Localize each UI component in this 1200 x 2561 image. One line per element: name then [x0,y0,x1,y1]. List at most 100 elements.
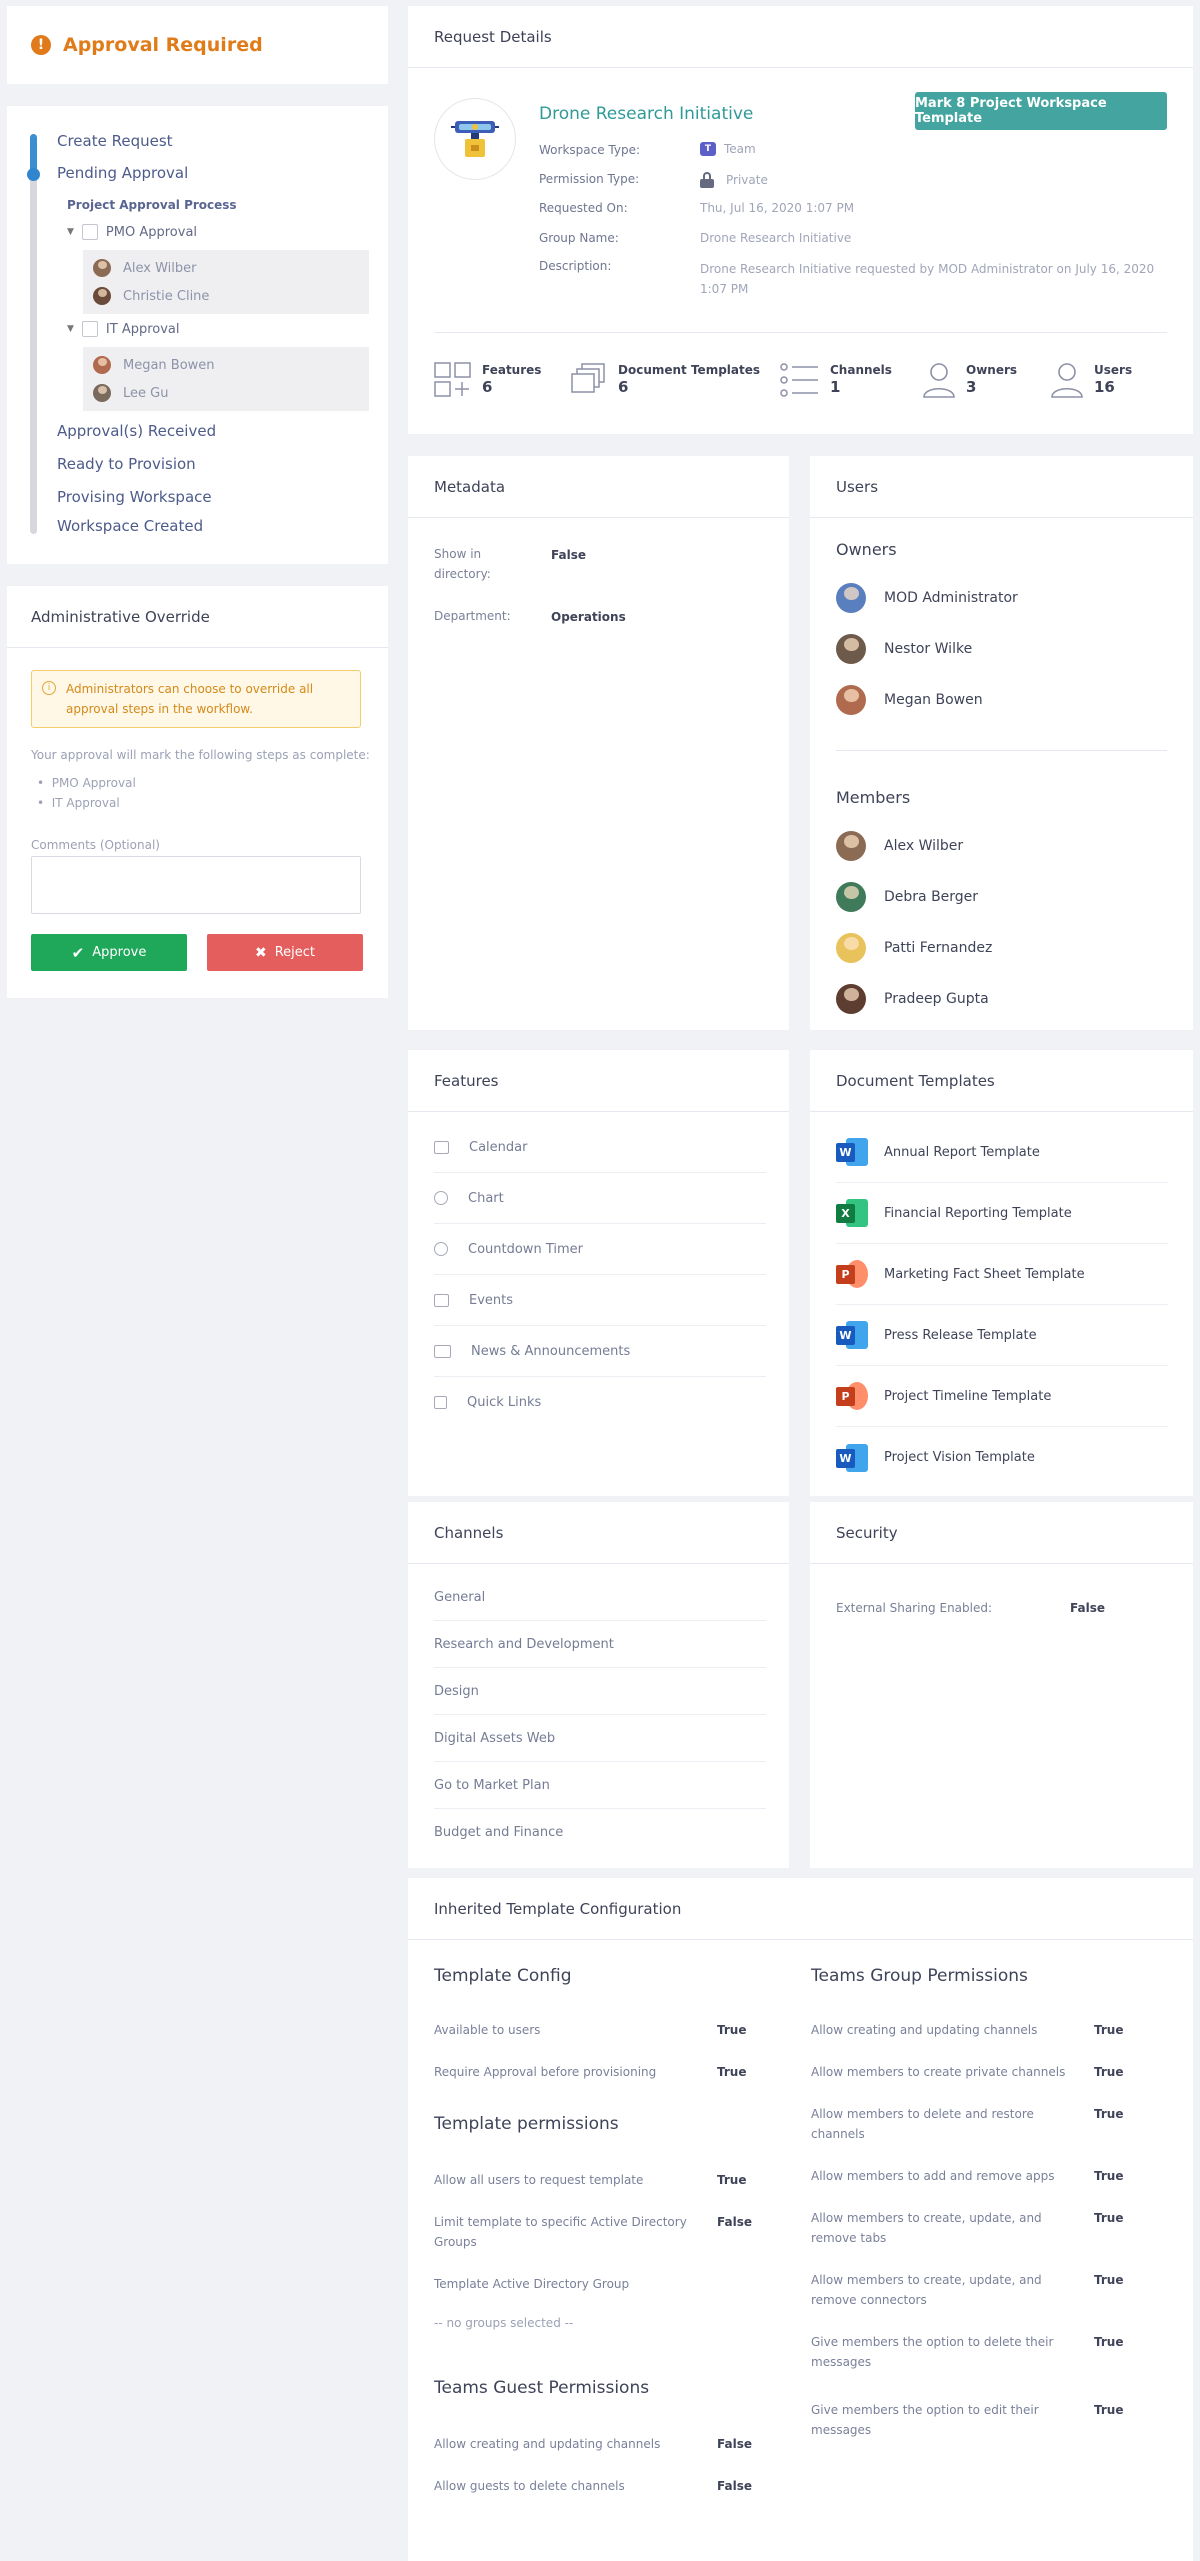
document-template-item[interactable]: X Financial Reporting Template [836,1183,1168,1244]
owner-row[interactable]: Megan Bowen [836,685,983,715]
powerpoint-icon: P [836,1260,868,1288]
avatar [93,259,111,277]
group-permission-value: True [1094,2065,1124,2079]
step-provisioning-workspace[interactable]: Provising Workspace [57,488,212,506]
guest-permission-label: Allow guests to delete channels [434,2479,625,2493]
permission-value: False [717,2215,752,2229]
override-note: Your approval will mark the following st… [31,748,370,762]
feature-item: Quick Links [434,1377,766,1428]
pmo-approval-checkbox[interactable] [81,224,98,240]
override-header: Administrative Override [7,586,388,648]
owners-title: Owners [836,540,897,559]
step-pending-approval[interactable]: Pending Approval [57,164,188,182]
avatar [836,634,866,664]
owner-row[interactable]: MOD Administrator [836,583,1018,613]
template-name: Annual Report Template [884,1144,1040,1160]
template-config-title: Template Config [434,1966,572,1986]
approve-label: Approve [92,945,147,960]
field-label: Requested On: [539,201,628,215]
group-permission-label: Allow members to create, update, and rem… [811,2211,1042,2245]
it-approval-checkbox[interactable] [81,321,98,337]
group-permission-label: Give members the option to edit their me… [811,2403,1039,2437]
request-details-header: Request Details [408,6,1193,68]
avatar [836,882,866,912]
member-row[interactable]: Debra Berger [836,882,978,912]
avatar [836,933,866,963]
features-header: Features [408,1050,789,1112]
owner-icon [923,363,955,398]
timeline-card: Create Request Pending Approval Project … [7,106,388,564]
stat-value: 3 [966,378,977,396]
word-icon: W [836,1443,868,1472]
step-create-request[interactable]: Create Request [57,132,173,150]
channel-item[interactable]: Design [434,1668,766,1715]
powerpoint-icon: P [836,1382,868,1410]
channel-item[interactable]: General [434,1574,766,1621]
documents-icon [571,363,605,393]
chevron-down-icon[interactable]: ▼ [67,324,74,334]
member-row[interactable]: Pradeep Gupta [836,984,989,1014]
permission-label: Allow all users to request template [434,2173,644,2187]
step-workspace-created[interactable]: Workspace Created [57,517,203,535]
no-groups-text: -- no groups selected -- [434,2316,574,2330]
document-template-item[interactable]: W Press Release Template [836,1305,1168,1366]
template-name: Marketing Fact Sheet Template [884,1266,1085,1282]
comments-label: Comments (Optional) [31,838,160,852]
channel-item[interactable]: Budget and Finance [434,1809,766,1856]
user-icon [1051,363,1083,398]
document-template-item[interactable]: P Project Timeline Template [836,1366,1168,1427]
project-title: Drone Research Initiative [539,104,754,124]
group-permission-value: True [1094,2169,1124,2183]
template-name: Project Vision Template [884,1450,1035,1465]
document-template-item[interactable]: W Project Vision Template [836,1427,1168,1488]
drone-icon [451,121,499,157]
security-card: Security External Sharing Enabled: False [810,1502,1193,1868]
group-permission-value: True [1094,2107,1124,2121]
permission-label: Limit template to specific Active Direct… [434,2215,687,2249]
channel-item[interactable]: Research and Development [434,1621,766,1668]
template-name: Project Timeline Template [884,1388,1052,1404]
users-card: Users Owners MOD Administrator Nestor Wi… [810,456,1193,1030]
chevron-down-icon[interactable]: ▼ [67,227,74,237]
document-template-item[interactable]: P Marketing Fact Sheet Template [836,1244,1168,1305]
avatar [93,356,111,374]
security-label: External Sharing Enabled: [836,1601,993,1615]
approve-button[interactable]: ✔ Approve [31,934,187,971]
owner-row[interactable]: Nestor Wilke [836,634,972,664]
step-approvals-received[interactable]: Approval(s) Received [57,422,216,440]
permission-label: Template Active Directory Group [434,2277,630,2291]
group-permission-label: Allow members to add and remove apps [811,2169,1055,2183]
avatar [836,685,866,715]
project-logo [434,98,516,180]
reject-button[interactable]: ✖ Reject [207,934,363,971]
stat-label: Owners [966,363,1018,377]
field-label: Group Name: [539,231,619,245]
events-icon [434,1293,449,1307]
approver-name: Lee Gu [123,385,169,401]
group-permission-value: True [1094,2023,1124,2037]
group-permission-label: Allow creating and updating channels [811,2023,1038,2037]
comments-textarea[interactable] [31,856,361,914]
member-row[interactable]: Alex Wilber [836,831,963,861]
step-ready-to-provision[interactable]: Ready to Provision [57,455,196,473]
channel-item[interactable]: Go to Market Plan [434,1762,766,1809]
member-row[interactable]: Patti Fernandez [836,933,992,963]
channel-item[interactable]: Digital Assets Web [434,1715,766,1762]
owner-name: Nestor Wilke [884,641,973,657]
group-permissions-title: Teams Group Permissions [811,1966,1028,1986]
template-name: Financial Reporting Template [884,1205,1072,1221]
inherited-config-header: Inherited Template Configuration [408,1878,1193,1940]
guest-permissions-title: Teams Guest Permissions [434,2378,650,2398]
document-templates-header: Document Templates [810,1050,1193,1112]
owner-name: Megan Bowen [884,692,983,708]
field-label: Description: [539,259,612,273]
mark-template-button[interactable]: Mark 8 Project Workspace Template [915,92,1167,130]
document-template-item[interactable]: W Annual Report Template [836,1122,1168,1183]
config-value: True [717,2023,747,2037]
config-label: Require Approval before provisioning [434,2065,657,2079]
guest-permission-label: Allow creating and updating channels [434,2437,661,2451]
approver-name: Alex Wilber [123,260,197,276]
process-title: Project Approval Process [67,198,237,212]
quick-links-icon [434,1396,447,1409]
channels-icon [780,363,818,397]
